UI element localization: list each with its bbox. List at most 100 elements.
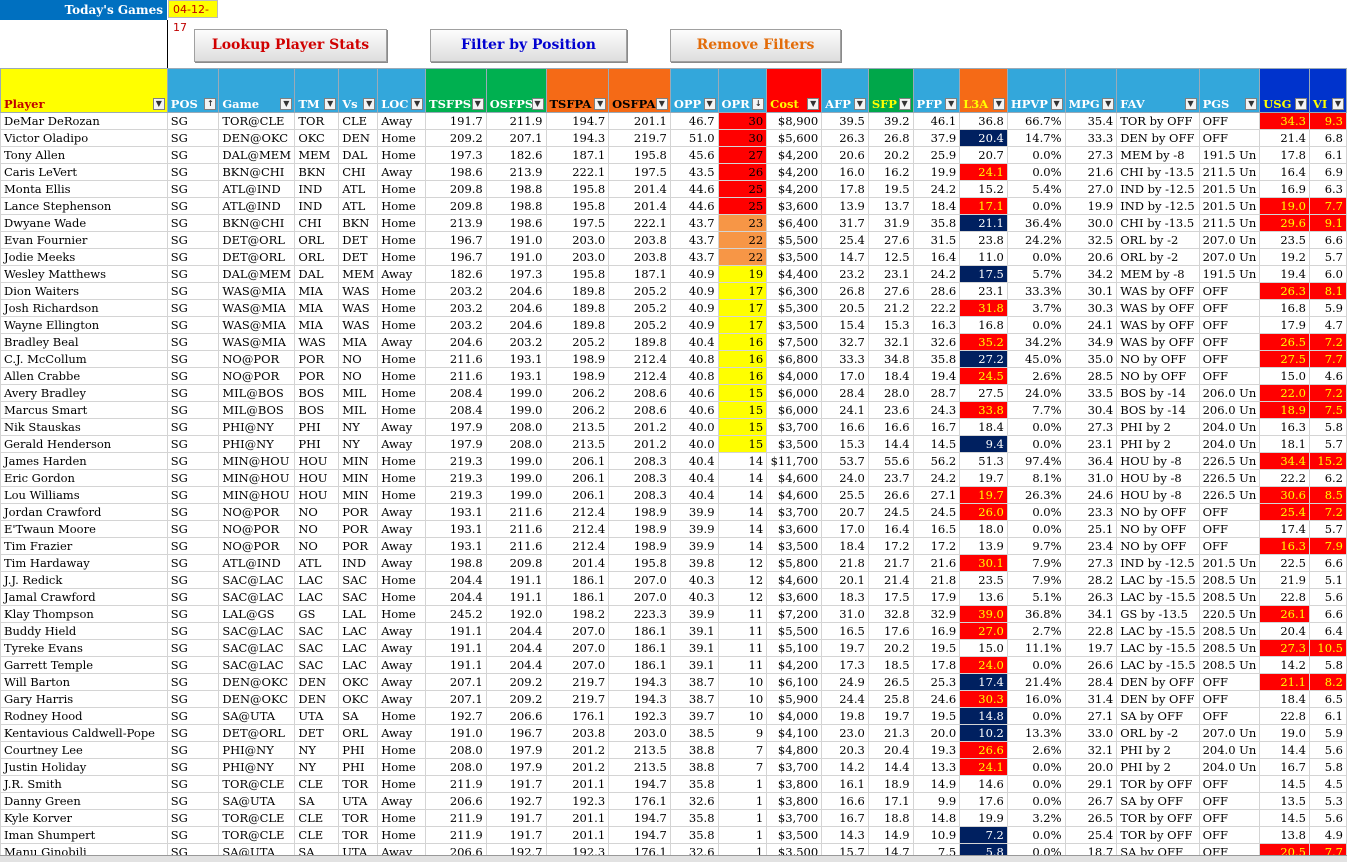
cell-vs[interactable]: MIL	[338, 401, 379, 419]
cell-vs[interactable]: TOR	[338, 775, 379, 793]
cell-tm[interactable]: LAC	[294, 571, 340, 589]
player-row[interactable]: Evan Fournier SG DET@ORL ORL DET Home 196.7 191…	[0, 231, 1347, 249]
cell-opp[interactable]: 32.6	[669, 792, 719, 810]
cell-afp[interactable]: 53.7	[821, 452, 869, 470]
cell-sfp[interactable]: 15.3	[867, 316, 914, 334]
cell-fav[interactable]: GS by -13.5	[1116, 605, 1200, 623]
cell-pgs[interactable]: 201.5 Un	[1198, 554, 1261, 572]
col-header-hpvp[interactable]: HPVP ▼	[1006, 68, 1066, 113]
cell-mpg[interactable]: 24.1	[1064, 316, 1118, 334]
cell-osfpa[interactable]: 208.3	[608, 452, 671, 470]
cell-loc[interactable]: Away	[377, 112, 427, 130]
cell-afp[interactable]: 17.3	[821, 656, 869, 674]
cell-sfp[interactable]: 17.5	[867, 588, 914, 606]
cell-mpg[interactable]: 26.6	[1064, 656, 1118, 674]
cell-sfp[interactable]: 19.5	[867, 180, 914, 198]
cell-pfp[interactable]: 17.2	[912, 537, 961, 555]
cell-opr[interactable]: 12	[717, 571, 768, 589]
cell-pos[interactable]: SG	[166, 384, 220, 402]
cell-usg[interactable]: 18.1	[1259, 435, 1310, 453]
cell-tsfps[interactable]: 208.0	[425, 741, 487, 759]
cell-pfp[interactable]: 17.9	[912, 588, 961, 606]
cell-tsfps[interactable]: 198.6	[425, 163, 487, 181]
cell-tm[interactable]: BOS	[294, 401, 340, 419]
col-header-pos[interactable]: POS ↑	[166, 68, 220, 113]
player-row[interactable]: Gary Harris SG DEN@OKC DEN OKC Away 207.1 209.2…	[0, 690, 1347, 708]
cell-game[interactable]: DET@ORL	[218, 724, 296, 742]
cell-loc[interactable]: Away	[377, 503, 427, 521]
cell-cost[interactable]: $3,500	[766, 316, 823, 334]
filter-dropdown-icon[interactable]: ▼	[411, 98, 424, 110]
cell-hpvp[interactable]: 0.0%	[1006, 316, 1066, 334]
cell-fav[interactable]: LAC by -15.5	[1116, 656, 1200, 674]
cell-opp[interactable]: 51.0	[669, 129, 719, 147]
cell-pgs[interactable]: 206.0 Un	[1198, 401, 1261, 419]
cell-hpvp[interactable]: 7.9%	[1006, 571, 1066, 589]
cell-game[interactable]: SAC@LAC	[218, 639, 296, 657]
cell-sfp[interactable]: 13.7	[867, 197, 914, 215]
cell-sfp[interactable]: 20.2	[867, 639, 914, 657]
cell-l3a[interactable]: 7.2	[959, 826, 1008, 844]
cell-mpg[interactable]: 31.4	[1064, 690, 1118, 708]
cell-opp[interactable]: 40.8	[669, 350, 719, 368]
cell-afp[interactable]: 18.3	[821, 588, 869, 606]
cell-sfp[interactable]: 21.4	[867, 571, 914, 589]
col-header-usg[interactable]: USG ▼	[1259, 68, 1310, 113]
cell-usg[interactable]: 18.9	[1259, 401, 1310, 419]
cell-hpvp[interactable]: 97.4%	[1006, 452, 1066, 470]
cell-opr[interactable]: 12	[717, 588, 768, 606]
player-row[interactable]: Caris LeVert SG BKN@CHI BKN CHI Away 198.6 213.…	[0, 163, 1347, 181]
cell-opp[interactable]: 45.6	[669, 146, 719, 164]
cell-usg[interactable]: 15.0	[1259, 367, 1310, 385]
cell-opr[interactable]: 7	[717, 758, 768, 776]
cell-afp[interactable]: 15.3	[821, 435, 869, 453]
cell-vs[interactable]: PHI	[338, 741, 379, 759]
cell-vs[interactable]: LAC	[338, 622, 379, 640]
cell-pfp[interactable]: 19.5	[912, 707, 961, 725]
cell-osfpa[interactable]: 208.3	[608, 469, 671, 487]
cell-tm[interactable]: PHI	[294, 418, 340, 436]
cell-mpg[interactable]: 27.3	[1064, 418, 1118, 436]
cell-pgs[interactable]: 201.5 Un	[1198, 180, 1261, 198]
cell-mpg[interactable]: 30.3	[1064, 299, 1118, 317]
cell-pfp[interactable]: 20.0	[912, 724, 961, 742]
cell-cost[interactable]: $4,000	[766, 707, 823, 725]
cell-pos[interactable]: SG	[166, 639, 220, 657]
cell-mpg[interactable]: 20.6	[1064, 248, 1118, 266]
cell-pfp[interactable]: 16.3	[912, 316, 961, 334]
cell-fav[interactable]: CHI by -13.5	[1116, 214, 1200, 232]
cell-osfps[interactable]: 207.1	[485, 129, 547, 147]
cell-hpvp[interactable]: 0.0%	[1006, 248, 1066, 266]
cell-osfps[interactable]: 199.0	[485, 486, 547, 504]
cell-opr[interactable]: 15	[717, 418, 768, 436]
cell-osfps[interactable]: 192.0	[485, 605, 547, 623]
cell-vs[interactable]: DAL	[338, 146, 379, 164]
cell-fav[interactable]: IND by -12.5	[1116, 180, 1200, 198]
cell-tsfpa[interactable]: 201.4	[545, 554, 610, 572]
cell-hpvp[interactable]: 36.8%	[1006, 605, 1066, 623]
cell-fav[interactable]: ORL by -2	[1116, 724, 1200, 742]
cell-osfpa[interactable]: 219.7	[608, 129, 671, 147]
cell-l3a[interactable]: 10.2	[959, 724, 1008, 742]
cell-osfpa[interactable]: 223.3	[608, 605, 671, 623]
cell-afp[interactable]: 14.7	[821, 248, 869, 266]
cell-pos[interactable]: SG	[166, 605, 220, 623]
cell-usg[interactable]: 34.3	[1259, 112, 1310, 130]
cell-l3a[interactable]: 24.5	[959, 367, 1008, 385]
cell-vs[interactable]: ATL	[338, 180, 379, 198]
cell-tsfpa[interactable]: 206.1	[545, 452, 610, 470]
cell-player[interactable]: E'Twaun Moore	[0, 520, 168, 538]
cell-vs[interactable]: WAS	[338, 299, 379, 317]
cell-opp[interactable]: 44.6	[669, 197, 719, 215]
cell-player[interactable]: Gerald Henderson	[0, 435, 168, 453]
cell-tsfps[interactable]: 211.6	[425, 367, 487, 385]
cell-loc[interactable]: Home	[377, 758, 427, 776]
cell-player[interactable]: Rodney Hood	[0, 707, 168, 725]
cell-vi[interactable]: 4.7	[1308, 316, 1347, 334]
filter-dropdown-icon[interactable]: ▼	[324, 98, 337, 110]
player-row[interactable]: Tim Hardaway SG ATL@IND ATL IND Away 198.8 209.…	[0, 554, 1347, 572]
cell-afp[interactable]: 13.9	[821, 197, 869, 215]
col-header-opr[interactable]: OPR ↓	[717, 68, 768, 113]
cell-l3a[interactable]: 26.0	[959, 503, 1008, 521]
cell-opp[interactable]: 46.7	[669, 112, 719, 130]
